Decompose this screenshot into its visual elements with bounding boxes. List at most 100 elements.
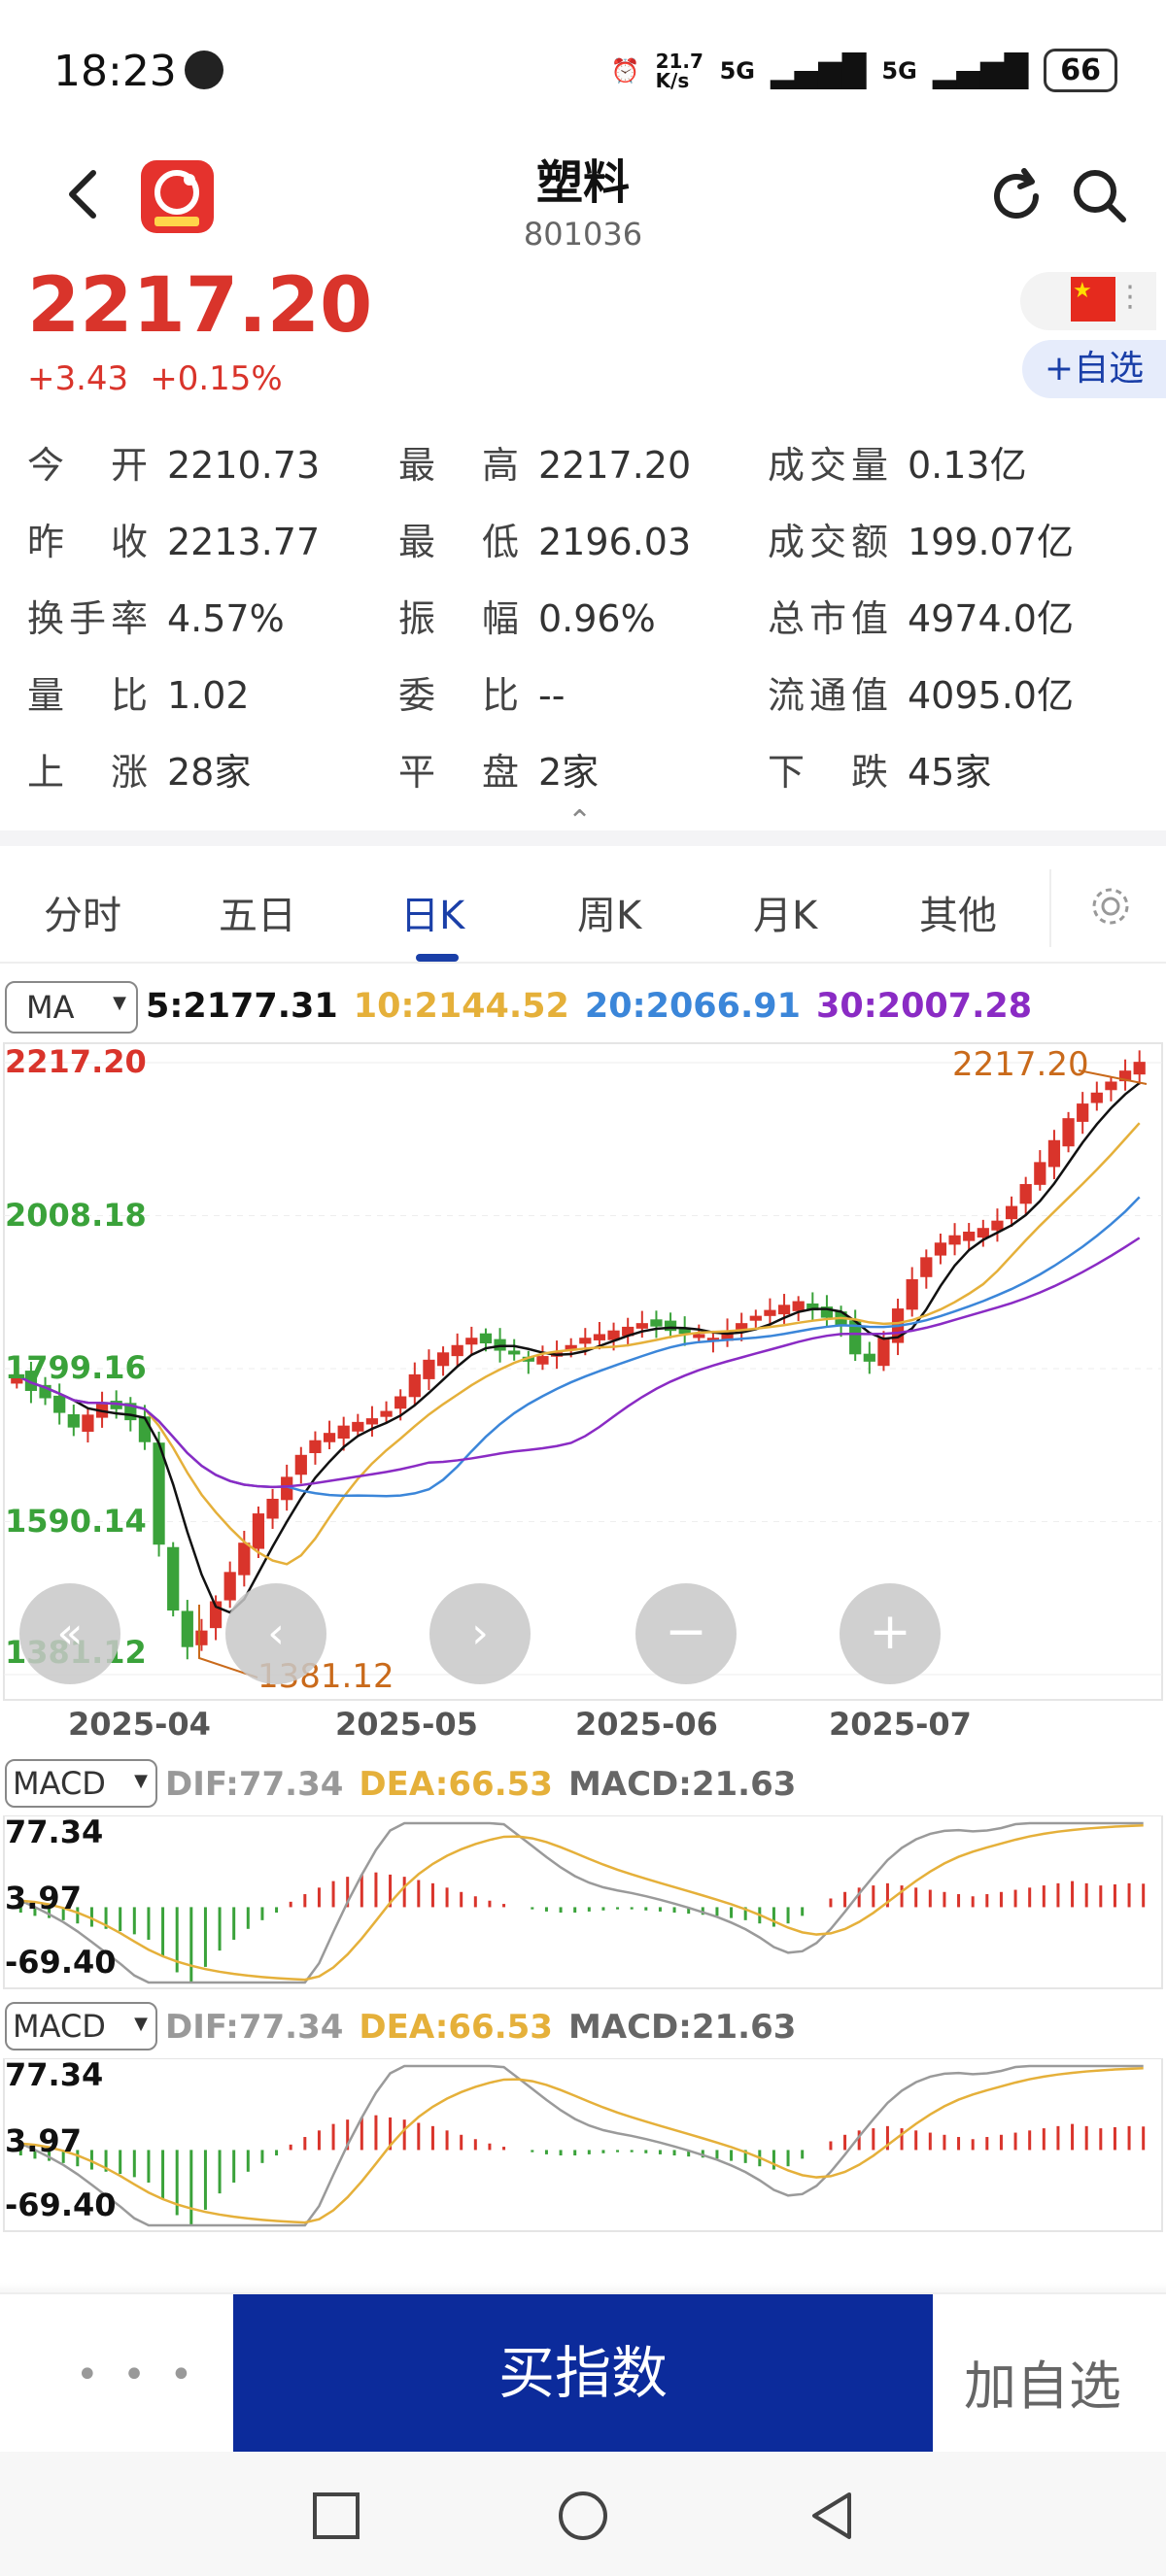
signal-icon-2: ▂▄▆█ (932, 51, 1029, 89)
add-watchlist-bottom-button[interactable]: 加自选 (964, 2343, 1121, 2420)
macd-value: MACD:21.63 (567, 2008, 797, 2047)
recents-icon[interactable] (309, 2489, 363, 2543)
candle-body (1034, 1162, 1046, 1185)
macd-y-tick: 3.97 (5, 2122, 82, 2159)
macd-selector[interactable]: MACD ▼ (5, 2002, 157, 2051)
tab-daily-k[interactable]: 日K (400, 884, 464, 940)
candle-body (153, 1442, 165, 1545)
stat-item: 最高 2217.20 (398, 435, 691, 489)
candle-body (294, 1454, 307, 1475)
x-tick-label: 2025-06 (575, 1706, 718, 1743)
signal-icon: ▂▄▆█ (770, 51, 867, 89)
notification-icon (185, 51, 223, 89)
stat-label: 量比 (27, 674, 148, 717)
stat-value: 4.57% (167, 597, 285, 640)
ma30-line (16, 1237, 1141, 1489)
dea-line (20, 1824, 1144, 1982)
stat-label: 最高 (398, 444, 519, 487)
stat-value: 45家 (908, 751, 992, 794)
change-value: +3.43 (27, 359, 129, 398)
candlestick-chart[interactable] (0, 1041, 1166, 1750)
ma-selector[interactable]: MA ▼ (5, 981, 138, 1034)
candle-body (67, 1413, 80, 1428)
rewind-button[interactable]: « (19, 1583, 120, 1684)
stat-item: 换手率 4.57% (27, 589, 285, 642)
candle-body (593, 1334, 606, 1340)
candle-body (309, 1440, 322, 1454)
tab-intraday[interactable]: 分时 (44, 884, 121, 940)
stat-value: 0.13亿 (908, 444, 1027, 487)
stat-label: 委比 (398, 674, 519, 717)
ma20-value: 20:2066.91 (584, 987, 802, 1026)
candle-body (195, 1630, 208, 1645)
more-vertical-icon[interactable]: ⋮ (1115, 280, 1145, 314)
stat-label: 换手率 (27, 597, 148, 640)
candle-body (223, 1572, 236, 1601)
candle-body (536, 1356, 549, 1365)
tab-monthly-k[interactable]: 月K (753, 884, 817, 940)
stat-value: 1.02 (167, 674, 250, 717)
stat-label: 流通值 (768, 674, 888, 717)
candle-body (465, 1338, 478, 1345)
candle-body (1047, 1139, 1061, 1168)
candle-body (238, 1542, 251, 1576)
back-nav-icon[interactable] (805, 2489, 859, 2543)
status-time: 18:23 (53, 47, 177, 96)
macd-chart[interactable] (0, 2058, 1166, 2233)
buy-index-button[interactable]: 买指数 (233, 2294, 933, 2452)
stat-item: 下跌 45家 (768, 742, 991, 796)
y-tick-label: 1799.16 (5, 1349, 147, 1386)
zoom-out-button[interactable]: − (635, 1583, 737, 1684)
search-icon[interactable] (1069, 165, 1131, 227)
candle-body (1090, 1092, 1103, 1103)
stat-value: 2217.20 (538, 444, 692, 487)
stat-value: 2家 (538, 751, 600, 794)
candle-body (749, 1315, 762, 1321)
candle-body (764, 1309, 776, 1316)
y-tick-label: 2008.18 (5, 1196, 147, 1234)
dropdown-arrow-icon: ▼ (134, 2014, 148, 2034)
macd-chart[interactable] (0, 1815, 1166, 1990)
macd-selector[interactable]: MACD ▼ (5, 1759, 157, 1808)
ma30-value: 30:2007.28 (816, 987, 1033, 1026)
candle-body (1077, 1103, 1089, 1122)
gear-icon[interactable] (1086, 882, 1135, 931)
candle-body (436, 1352, 450, 1367)
candle-body (323, 1433, 336, 1442)
candle-body (607, 1330, 620, 1340)
candle-body (508, 1350, 521, 1355)
tab-five-day[interactable]: 五日 (219, 884, 296, 940)
macd-selector-label: MACD (13, 1765, 106, 1802)
candle-body (365, 1418, 379, 1425)
candle-body (82, 1414, 94, 1432)
status-right: ⏰ 21.7 K/s 5G ▂▄▆█ 5G ▂▄▆█ 66 (611, 49, 1117, 92)
tab-weekly-k[interactable]: 周K (577, 884, 641, 940)
stat-item: 流通值 4095.0亿 (768, 665, 1074, 719)
status-bar: 18:23 ⏰ 21.7 K/s 5G ▂▄▆█ 5G ▂▄▆█ 66 (0, 0, 1166, 146)
macd-selector-label: MACD (13, 2008, 106, 2045)
stat-label: 今开 (27, 444, 148, 487)
stat-label: 总市值 (768, 597, 888, 640)
candle-body (977, 1228, 989, 1238)
candle-body (579, 1338, 592, 1344)
dropdown-arrow-icon: ▼ (134, 1771, 148, 1791)
next-button[interactable]: › (429, 1583, 531, 1684)
candle-body (934, 1242, 947, 1256)
candle-body (678, 1328, 691, 1335)
zoom-in-button[interactable]: + (840, 1583, 941, 1684)
prev-button[interactable]: ‹ (225, 1583, 326, 1684)
tab-other[interactable]: 其他 (919, 884, 997, 940)
add-watchlist-button[interactable]: +自选 (1022, 340, 1166, 398)
candle-body (920, 1257, 933, 1277)
candle-body (1105, 1081, 1117, 1091)
period-tabs: 分时 五日 日K 周K 月K 其他 (0, 855, 1166, 964)
change-percent: +0.15% (150, 359, 283, 398)
more-options-button[interactable]: • • • (76, 2353, 198, 2397)
candle-body (423, 1359, 435, 1379)
alarm-icon: ⏰ (610, 56, 640, 85)
refresh-icon[interactable] (985, 165, 1047, 227)
dif-value: DIF:77.34 (165, 2008, 344, 2047)
home-icon[interactable] (556, 2489, 610, 2543)
candle-body (863, 1353, 875, 1362)
high-annotation: 2217.20 (952, 1045, 1089, 1084)
